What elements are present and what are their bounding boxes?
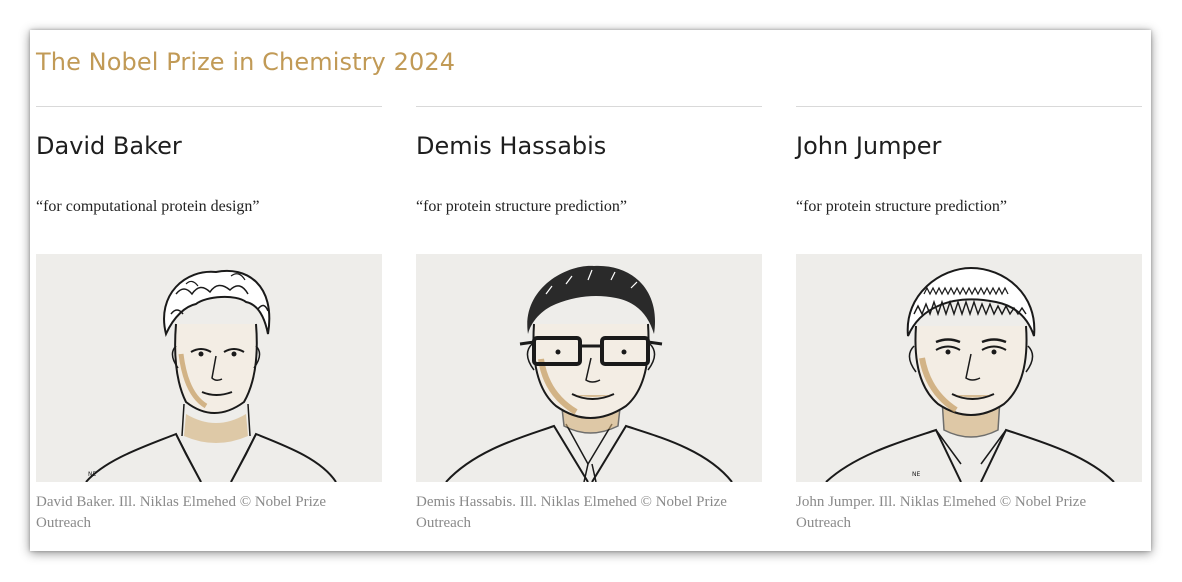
laureate-portrait[interactable]: NE [796, 254, 1142, 482]
laureate-column-baker: David Baker “for computational protein d… [36, 106, 382, 531]
prize-card: The Nobel Prize in Chemistry 2024 David … [30, 30, 1151, 551]
page-title: The Nobel Prize in Chemistry 2024 [36, 48, 456, 76]
laureate-motivation: “for protein structure prediction” [796, 198, 1008, 215]
portrait-illustration-icon: NE [825, 266, 1115, 482]
divider [416, 106, 762, 107]
laureate-motivation: “for computational protein design” [36, 198, 260, 215]
laureate-name[interactable]: John Jumper [796, 132, 941, 160]
svg-text:NE: NE [88, 471, 96, 478]
divider [796, 106, 1142, 107]
portrait-illustration-icon: NE [85, 269, 337, 482]
portrait-illustration-icon [445, 265, 733, 482]
laureate-name[interactable]: David Baker [36, 132, 182, 160]
portrait-caption: John Jumper. Ill. Niklas Elmehed © Nobel… [796, 494, 1087, 531]
laureate-motivation: “for protein structure prediction” [416, 198, 628, 215]
laureate-column-jumper: John Jumper “for protein structure predi… [796, 106, 1142, 531]
svg-text:NE: NE [912, 471, 920, 478]
portrait-caption: Demis Hassabis. Ill. Niklas Elmehed © No… [416, 494, 727, 531]
laureate-column-hassabis: Demis Hassabis “for protein structure pr… [416, 106, 762, 531]
laureate-portrait[interactable] [416, 254, 762, 482]
portrait-caption: David Baker. Ill. Niklas Elmehed © Nobel… [36, 494, 327, 531]
laureate-portrait[interactable]: NE [36, 254, 382, 482]
laureate-name[interactable]: Demis Hassabis [416, 132, 606, 160]
divider [36, 106, 382, 107]
